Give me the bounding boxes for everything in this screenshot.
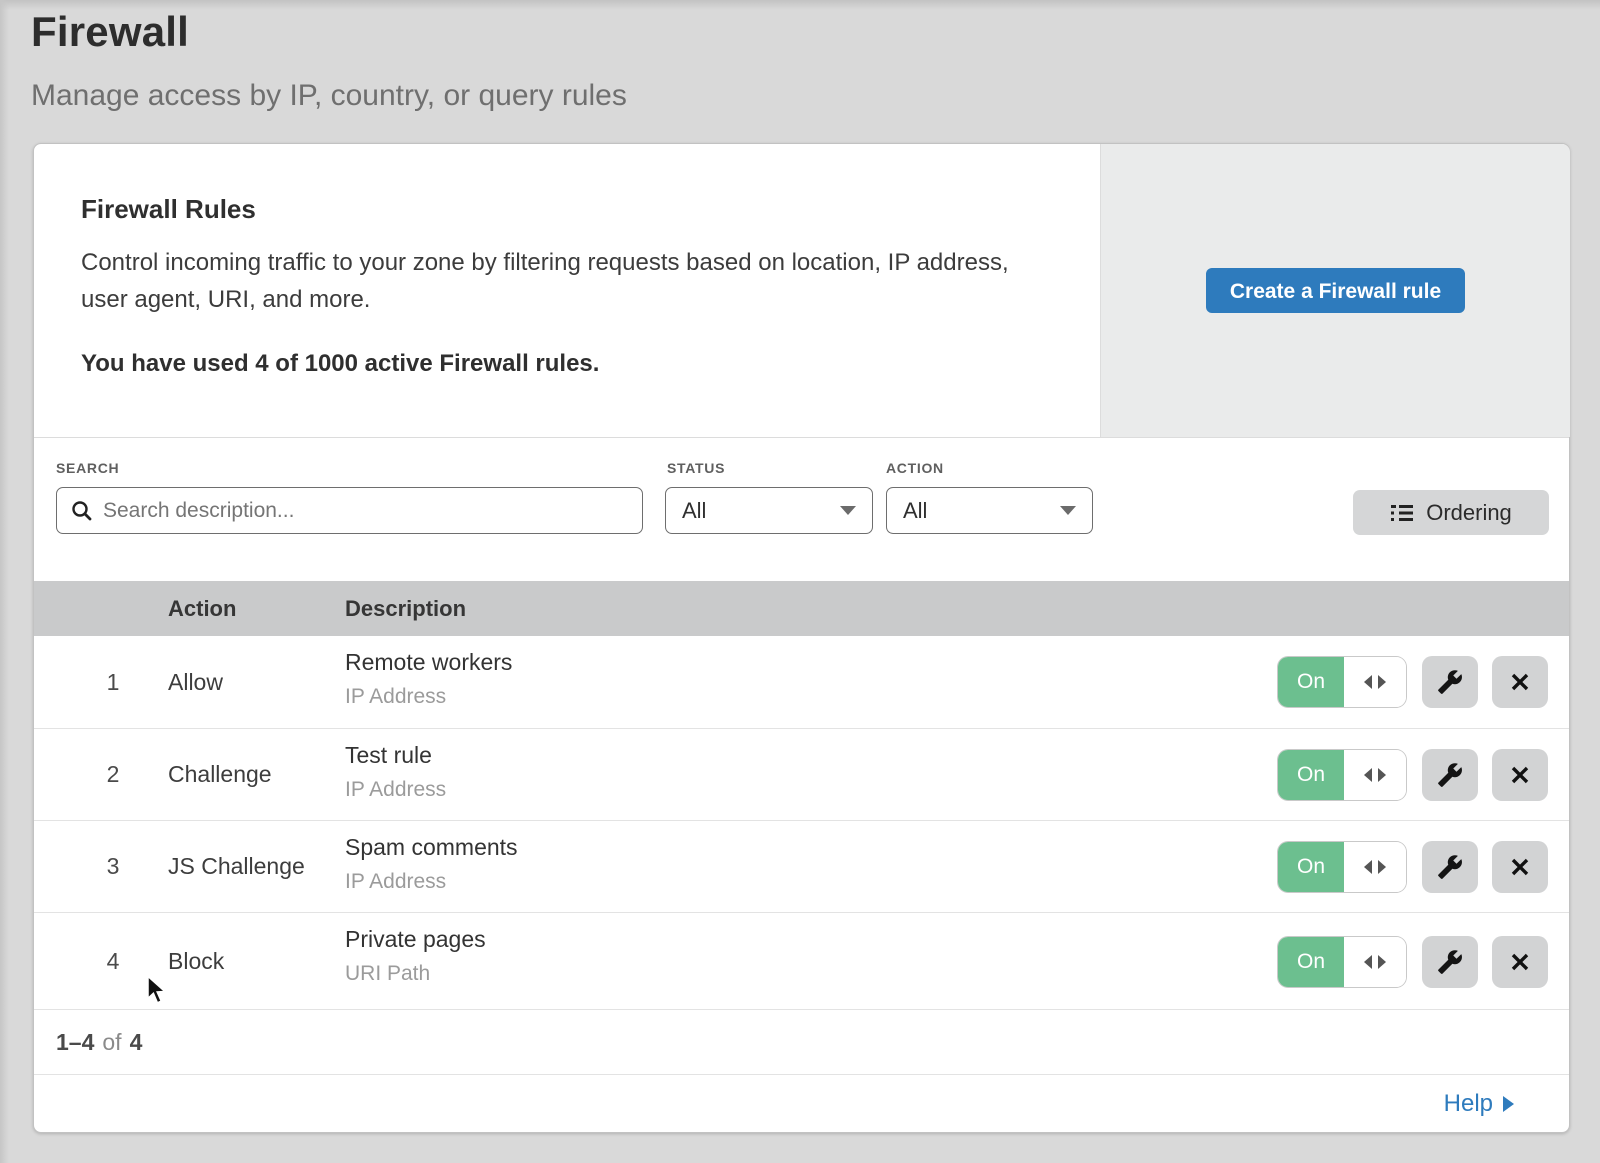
rule-action: Challenge bbox=[168, 729, 272, 820]
edit-rule-button[interactable] bbox=[1422, 936, 1478, 988]
rule-description-title: Test rule bbox=[345, 742, 446, 769]
table-row: 2 Challenge Test rule IP Address On bbox=[34, 728, 1569, 820]
page-subtitle: Manage access by IP, country, or query r… bbox=[31, 79, 627, 113]
close-icon bbox=[1509, 671, 1531, 693]
chevron-down-icon bbox=[1060, 506, 1076, 515]
rule-enabled-toggle[interactable]: On bbox=[1278, 750, 1406, 800]
rule-description-title: Spam comments bbox=[345, 834, 518, 861]
table-row: 1 Allow Remote workers IP Address On bbox=[34, 636, 1569, 728]
edit-rule-button[interactable] bbox=[1422, 656, 1478, 708]
rules-summary-section: Firewall Rules Control incoming traffic … bbox=[34, 144, 1569, 438]
rule-priority: 4 bbox=[97, 913, 129, 1009]
status-label: STATUS bbox=[667, 460, 725, 476]
pagination-of-text: of bbox=[102, 1029, 121, 1056]
action-select-value: All bbox=[903, 498, 927, 524]
help-arrow-icon bbox=[1503, 1096, 1514, 1112]
close-icon bbox=[1509, 856, 1531, 878]
action-select[interactable]: All bbox=[886, 487, 1093, 534]
rule-description: Test rule IP Address bbox=[345, 742, 446, 802]
firewall-rules-card: Firewall Rules Control incoming traffic … bbox=[33, 143, 1570, 1133]
toggle-on-label: On bbox=[1278, 842, 1344, 892]
wrench-icon bbox=[1437, 669, 1463, 695]
pagination-footer: 1–4 of 4 bbox=[34, 1009, 1569, 1074]
search-icon bbox=[71, 500, 93, 522]
toggle-on-label: On bbox=[1278, 750, 1344, 800]
rule-action: Allow bbox=[168, 636, 223, 728]
delete-rule-button[interactable] bbox=[1492, 841, 1548, 893]
delete-rule-button[interactable] bbox=[1492, 749, 1548, 801]
rule-priority: 3 bbox=[97, 821, 129, 912]
toggle-arrows-icon bbox=[1344, 750, 1406, 800]
edit-rule-button[interactable] bbox=[1422, 841, 1478, 893]
rule-description: Spam comments IP Address bbox=[345, 834, 518, 894]
delete-rule-button[interactable] bbox=[1492, 936, 1548, 988]
toggle-on-label: On bbox=[1278, 657, 1344, 707]
rule-match-type: URI Path bbox=[345, 962, 486, 986]
action-label: ACTION bbox=[886, 460, 944, 476]
rule-enabled-toggle[interactable]: On bbox=[1278, 657, 1406, 707]
close-icon bbox=[1509, 951, 1531, 973]
search-box bbox=[56, 487, 643, 534]
help-link-label: Help bbox=[1444, 1090, 1493, 1118]
rule-match-type: IP Address bbox=[345, 870, 518, 894]
help-row: Help bbox=[34, 1074, 1569, 1133]
rule-description-title: Remote workers bbox=[345, 649, 512, 676]
create-rule-panel: Create a Firewall rule bbox=[1100, 144, 1570, 437]
ordering-list-icon bbox=[1390, 503, 1414, 523]
search-input[interactable] bbox=[103, 499, 628, 523]
rule-action: Block bbox=[168, 913, 224, 1009]
toggle-arrows-icon bbox=[1344, 937, 1406, 987]
filter-section: SEARCH STATUS All ACTION All bbox=[34, 438, 1569, 581]
rule-priority: 1 bbox=[97, 636, 129, 728]
ordering-button[interactable]: Ordering bbox=[1353, 490, 1549, 535]
wrench-icon bbox=[1437, 949, 1463, 975]
rule-enabled-toggle[interactable]: On bbox=[1278, 842, 1406, 892]
edit-rule-button[interactable] bbox=[1422, 749, 1478, 801]
table-header: Action Description bbox=[34, 581, 1569, 636]
rule-description: Private pages URI Path bbox=[345, 926, 486, 986]
create-firewall-rule-button[interactable]: Create a Firewall rule bbox=[1206, 268, 1465, 313]
column-header-action: Action bbox=[168, 596, 236, 622]
rules-usage-text: You have used 4 of 1000 active Firewall … bbox=[81, 350, 599, 378]
close-icon bbox=[1509, 764, 1531, 786]
chevron-down-icon bbox=[840, 506, 856, 515]
search-label: SEARCH bbox=[56, 460, 119, 476]
table-row: 4 Block Private pages URI Path On bbox=[34, 912, 1569, 1009]
rules-heading: Firewall Rules bbox=[81, 194, 256, 225]
rule-match-type: IP Address bbox=[345, 685, 512, 709]
wrench-icon bbox=[1437, 854, 1463, 880]
wrench-icon bbox=[1437, 762, 1463, 788]
rule-priority: 2 bbox=[97, 729, 129, 820]
toggle-arrows-icon bbox=[1344, 657, 1406, 707]
delete-rule-button[interactable] bbox=[1492, 656, 1548, 708]
pagination-range: 1–4 bbox=[56, 1029, 94, 1056]
rule-description: Remote workers IP Address bbox=[345, 649, 512, 709]
rule-description-title: Private pages bbox=[345, 926, 486, 953]
rule-action: JS Challenge bbox=[168, 821, 305, 912]
pagination-total: 4 bbox=[130, 1029, 143, 1056]
page-title: Firewall bbox=[31, 8, 189, 56]
status-select-value: All bbox=[682, 498, 706, 524]
table-row: 3 JS Challenge Spam comments IP Address … bbox=[34, 820, 1569, 912]
column-header-description: Description bbox=[345, 596, 466, 622]
rule-enabled-toggle[interactable]: On bbox=[1278, 937, 1406, 987]
ordering-button-label: Ordering bbox=[1426, 500, 1512, 526]
status-select[interactable]: All bbox=[665, 487, 873, 534]
rule-match-type: IP Address bbox=[345, 778, 446, 802]
toggle-on-label: On bbox=[1278, 937, 1344, 987]
help-link[interactable]: Help bbox=[1444, 1090, 1514, 1118]
toggle-arrows-icon bbox=[1344, 842, 1406, 892]
rules-description: Control incoming traffic to your zone by… bbox=[81, 244, 1031, 318]
